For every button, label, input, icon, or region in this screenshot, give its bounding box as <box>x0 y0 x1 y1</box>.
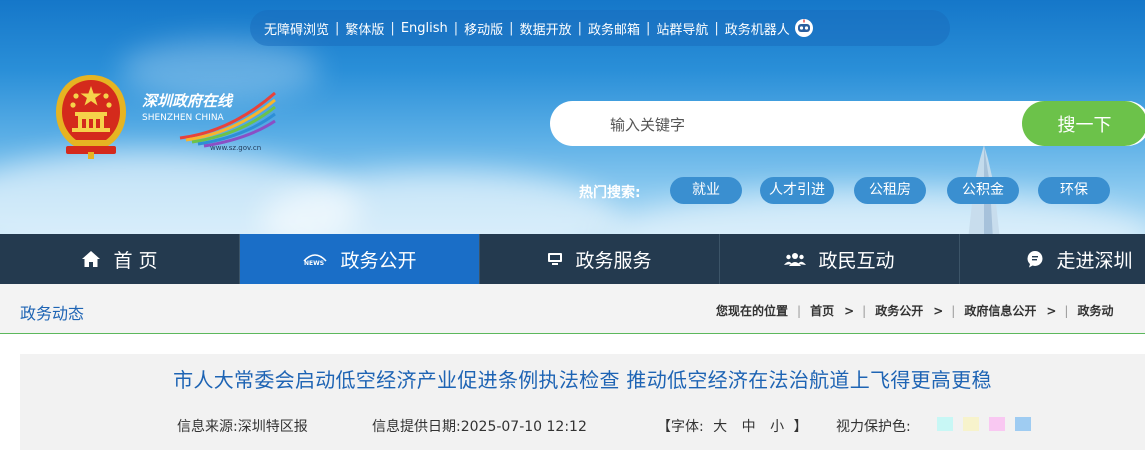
article-title: 市人大常委会启动低空经济产业促进条例执法检查 推动低空经济在法治航道上飞得更高更… <box>173 368 992 392</box>
top-link-mobile[interactable]: 移动版 <box>464 19 503 38</box>
breadcrumb: 您现在的位置 | 首页 > | 政务公开 > | 政府信息公开 > | 政务动 <box>716 304 1114 318</box>
search-input[interactable] <box>608 112 992 138</box>
top-links-bar: 无障碍浏览 | 繁体版 | English | 移动版 | 数据开放 | 政务邮… <box>250 10 950 46</box>
nav-interaction[interactable]: 政民互动 <box>720 234 960 284</box>
top-link-accessibility[interactable]: 无障碍浏览 <box>264 19 329 38</box>
shenzhen-gov-logo: 深圳政府在线 SHENZHEN CHINA www.sz.gov.cn <box>142 91 276 152</box>
article-header: 市人大常委会启动低空经济产业促进条例执法检查 推动低空经济在法治航道上飞得更高更… <box>20 354 1145 450</box>
hot-tag-jobs[interactable]: 就业 <box>670 177 742 204</box>
section-title: 政务动态 <box>20 304 85 323</box>
eye-protection-label: 视力保护色: <box>836 419 911 435</box>
breadcrumb-gov-news[interactable]: 政务动 <box>1077 304 1113 318</box>
font-size-label: 【字体: <box>657 419 704 435</box>
font-size-control: 【字体: 大 中 小 】 <box>657 416 808 436</box>
people-icon <box>784 253 807 266</box>
breadcrumb-gov-open[interactable]: 政务公开 <box>875 304 923 318</box>
hot-tag-environment[interactable]: 环保 <box>1038 177 1110 204</box>
info-date: 信息提供日期:2025-07-10 12:12 <box>372 419 587 435</box>
chat-icon <box>1027 251 1043 268</box>
breadcrumb-home[interactable]: 首页 <box>810 304 834 318</box>
font-size-medium[interactable]: 中 <box>742 419 756 435</box>
font-size-large[interactable]: 大 <box>713 419 727 435</box>
breadcrumb-bar: 政务动态 您现在的位置 | 首页 > | 政务公开 > | 政府信息公开 > | 政务动 <box>0 284 1145 334</box>
news-icon: NEWS <box>303 254 328 267</box>
breadcrumb-prefix: 您现在的位置 <box>716 304 789 318</box>
hot-tag-talent[interactable]: 人才引进 <box>760 177 834 204</box>
nav-explore-shenzhen[interactable]: 走进深圳 <box>960 234 1145 284</box>
national-emblem-logo <box>56 75 126 159</box>
nav-interaction-label: 政民互动 <box>818 249 895 272</box>
font-size-close: 】 <box>793 419 808 435</box>
logo-url-text: www.sz.gov.cn <box>210 144 261 152</box>
nav-gov-services-label: 政务服务 <box>575 249 652 272</box>
hot-tag-public-housing[interactable]: 公租房 <box>854 177 926 204</box>
eye-color-blue[interactable] <box>1015 417 1031 431</box>
search-button[interactable]: 搜一下 <box>1022 101 1145 146</box>
top-link-gov-mail[interactable]: 政务邮箱 <box>588 19 640 38</box>
top-link-open-data[interactable]: 数据开放 <box>520 19 572 38</box>
hot-search-label: 热门搜索: <box>579 185 641 201</box>
nav-home[interactable]: 首 页 <box>0 234 240 284</box>
breadcrumb-gov-info-open[interactable]: 政府信息公开 <box>964 304 1036 318</box>
top-link-site-nav[interactable]: 站群导航 <box>656 19 708 38</box>
nav-explore-shenzhen-label: 走进深圳 <box>1056 249 1133 272</box>
hot-tag-housing-fund[interactable]: 公积金 <box>947 177 1019 204</box>
home-icon <box>82 251 101 267</box>
nav-home-label: 首 页 <box>113 249 158 272</box>
site-header: 无障碍浏览 | 繁体版 | English | 移动版 | 数据开放 | 政务邮… <box>0 0 1145 234</box>
eye-color-pink[interactable] <box>989 417 1005 431</box>
nav-gov-services[interactable]: 政务服务 <box>480 234 720 284</box>
top-link-english[interactable]: English <box>401 21 448 36</box>
robot-icon[interactable] <box>794 18 814 38</box>
monitor-icon <box>548 253 563 265</box>
logo-en-text: SHENZHEN CHINA <box>142 113 225 123</box>
top-link-robot[interactable]: 政务机器人 <box>725 19 790 38</box>
info-source: 信息来源:深圳特区报 <box>177 419 308 435</box>
font-size-small[interactable]: 小 <box>770 419 784 435</box>
main-nav: 首 页 NEWS 政务公开 政务服务 政民互动 走进深圳 <box>0 234 1145 284</box>
top-link-traditional[interactable]: 繁体版 <box>345 19 384 38</box>
nav-gov-affairs-open-label: 政务公开 <box>340 249 417 272</box>
nav-gov-affairs-open[interactable]: NEWS 政务公开 <box>240 234 480 284</box>
eye-color-cyan[interactable] <box>937 417 953 431</box>
eye-color-yellow[interactable] <box>963 417 979 431</box>
logo-cn-text: 深圳政府在线 <box>142 92 234 110</box>
svg-text:NEWS: NEWS <box>304 260 324 267</box>
